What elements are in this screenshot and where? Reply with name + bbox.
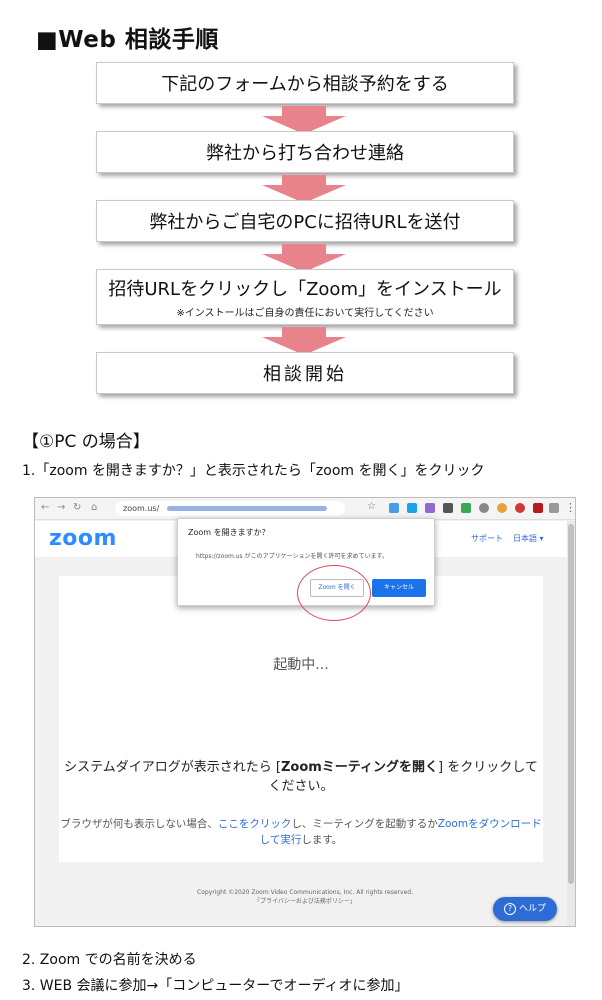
down-arrow-4	[262, 327, 346, 355]
url-redaction	[167, 506, 327, 511]
step-5-text: 相談開始	[263, 364, 347, 385]
camera-icon	[549, 503, 559, 513]
zoom-browser-screenshot: ← → ↻ ⌂ zoom.us/ ☆ ⋮ zoom サポート 日本語 ▾ 起動中…	[34, 497, 576, 927]
step-2-text: 弊社から打ち合わせ連絡	[206, 143, 404, 164]
step-5-box: 相談開始	[96, 352, 514, 394]
click-here-link: ここをクリック	[217, 818, 292, 830]
help-icon: ?	[503, 903, 516, 915]
support-link: サポート	[471, 534, 503, 543]
step-1-text: 下記のフォームから相談予約をする	[161, 74, 449, 95]
step-4-note: ※インストールはご自身の責任において実行してください	[176, 308, 434, 319]
zoom-launch-panel: 起動中... システムダイアログが表示されたら [Zoomミーティングを開く] …	[59, 576, 543, 862]
step-3-text: 弊社からご自宅のPCに招待URLを送付	[149, 212, 461, 233]
step-3-box: 弊社からご自宅のPCに招待URLを送付	[96, 200, 514, 242]
fallback-text-3: します。	[301, 834, 343, 846]
system-message-prefix: システムダイアログが表示されたら [	[64, 760, 281, 775]
extension-icon-5	[479, 503, 489, 513]
browser-fallback-message: ブラウザが何も表示しない場合、ここをクリックし、ミーティングを起動するかZoom…	[59, 816, 543, 848]
extension-icon-6	[497, 503, 507, 513]
instruction-1: 1.「zoom を開きますか？」と表示されたら「zoom を開く」をクリック	[22, 463, 485, 479]
browser-toolbar: ← → ↻ ⌂ zoom.us/ ☆ ⋮	[35, 498, 575, 520]
pc-section-title: 【①PC の場合】	[22, 432, 150, 452]
extension-icon-1	[389, 503, 399, 513]
extension-icon-3	[443, 503, 453, 513]
step-4-text: 招待URLをクリックし「Zoom」をインストール	[108, 279, 502, 300]
pinterest-icon	[515, 503, 525, 513]
pdf-icon	[533, 503, 543, 513]
help-button: ? ヘルプ	[493, 897, 557, 921]
address-bar-url: zoom.us/	[123, 504, 160, 513]
step-2-box: 弊社から打ち合わせ連絡	[96, 131, 514, 173]
step-4-box: 招待URLをクリックし「Zoom」をインストール ※インストールはご自身の責任に…	[96, 269, 514, 325]
copyright-text: Copyright ©2020 Zoom Video Communication…	[197, 889, 413, 896]
forward-icon: →	[57, 502, 66, 513]
dialog-title: Zoom を開きますか？	[188, 528, 270, 537]
cancel-button: キャンセル	[372, 579, 426, 597]
bookmark-star-icon: ☆	[367, 501, 376, 512]
system-message-bold: Zoomミーティングを開く	[280, 760, 439, 775]
reload-icon: ↻	[73, 502, 82, 513]
dialog-message: https://zoom.us がこのアプリケーションを開く許可を求めています。	[196, 553, 388, 560]
scrollbar-thumb	[568, 524, 574, 884]
step-1-box: 下記のフォームから相談予約をする	[96, 62, 514, 104]
highlight-circle	[297, 565, 371, 621]
skype-icon	[407, 503, 417, 513]
home-icon: ⌂	[91, 502, 98, 513]
language-selector: 日本語 ▾	[513, 534, 544, 543]
fallback-text-2: し、ミーティングを起動するか	[291, 818, 438, 830]
zoom-logo: zoom	[49, 526, 117, 551]
system-dialog-message: システムダイアログが表示されたら [Zoomミーティングを開く] をクリックして…	[59, 758, 543, 796]
back-icon: ←	[41, 502, 50, 513]
extension-icon-2	[425, 503, 435, 513]
browser-menu-icon: ⋮	[565, 501, 576, 514]
down-arrow-3	[262, 244, 346, 272]
fallback-text-1: ブラウザが何も表示しない場合、	[60, 818, 218, 830]
down-arrow-2	[262, 175, 346, 203]
launching-text: 起動中...	[273, 657, 329, 673]
address-bar: zoom.us/	[115, 501, 345, 516]
instruction-3: 3. WEB 会議に参加→「コンピューターでオーディオに参加」	[22, 978, 409, 994]
down-arrow-1	[262, 106, 346, 134]
page-heading: ■Web 相談手順	[36, 27, 219, 53]
extension-icon-4	[461, 503, 471, 513]
instruction-2: 2. Zoom での名前を決める	[22, 952, 197, 968]
help-label: ヘルプ	[518, 904, 546, 914]
